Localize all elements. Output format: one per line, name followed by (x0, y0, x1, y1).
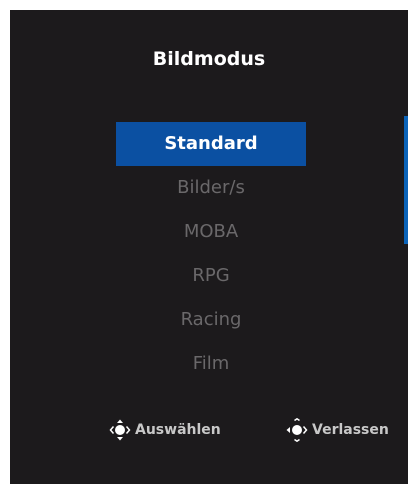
menu-item-film[interactable]: Film (116, 342, 306, 386)
menu-item-racing[interactable]: Racing (116, 298, 306, 342)
select-hint: Auswählen (108, 418, 221, 442)
select-hint-label: Auswählen (135, 422, 221, 438)
exit-hint: Verlassen (285, 418, 389, 442)
menu-item-rpg[interactable]: RPG (116, 254, 306, 298)
osd-panel: Bildmodus Standard Bilder/s MOBA RPG Rac… (10, 10, 408, 484)
picture-mode-menu: Standard Bilder/s MOBA RPG Racing Film (116, 122, 306, 386)
menu-item-moba[interactable]: MOBA (116, 210, 306, 254)
menu-scrollbar[interactable] (404, 116, 408, 244)
joystick-updown-icon (109, 419, 131, 441)
osd-title: Bildmodus (152, 48, 266, 70)
menu-item-standard[interactable]: Standard (116, 122, 306, 166)
joystick-left-icon (286, 418, 308, 442)
exit-hint-label: Verlassen (312, 422, 389, 438)
menu-item-bilder-s[interactable]: Bilder/s (116, 166, 306, 210)
